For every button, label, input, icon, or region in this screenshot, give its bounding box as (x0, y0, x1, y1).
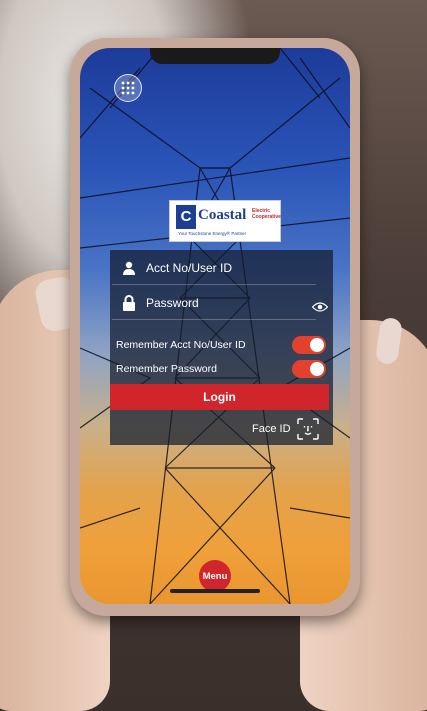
remember-password-toggle[interactable] (292, 360, 326, 378)
face-id-button[interactable]: Face ID (252, 418, 319, 440)
user-icon (118, 261, 140, 275)
eye-icon[interactable] (312, 301, 328, 313)
remember-account-row: Remember Acct No/User ID (116, 334, 326, 356)
password-input[interactable]: Password (146, 296, 199, 310)
lock-icon (118, 295, 140, 311)
account-input[interactable]: Acct No/User ID (146, 261, 232, 275)
home-indicator (170, 589, 260, 593)
account-field[interactable]: Acct No/User ID (112, 252, 316, 285)
face-id-label: Face ID (252, 423, 291, 435)
login-button[interactable]: Login (110, 384, 329, 410)
phone-notch (150, 48, 280, 64)
logo-subtitle: Electric Cooperative (252, 208, 281, 220)
remember-account-label: Remember Acct No/User ID (116, 339, 246, 351)
remember-account-toggle[interactable] (292, 336, 326, 354)
logo-subtitle-line2: Cooperative (252, 214, 281, 220)
logo-letter: C (176, 205, 196, 229)
remember-password-row: Remember Password (116, 358, 326, 380)
logo-name: Coastal (198, 207, 247, 223)
apps-grid-icon (121, 81, 135, 95)
apps-grid-button[interactable] (114, 74, 142, 102)
remember-password-label: Remember Password (116, 363, 217, 375)
logo-tagline: Your Touchstone Energy® Partner (178, 231, 247, 236)
face-id-icon (296, 418, 319, 440)
menu-button[interactable]: Menu (199, 560, 231, 592)
password-field[interactable]: Password (112, 287, 316, 320)
coastal-logo: C Coastal Electric Cooperative Your Touc… (169, 200, 281, 242)
